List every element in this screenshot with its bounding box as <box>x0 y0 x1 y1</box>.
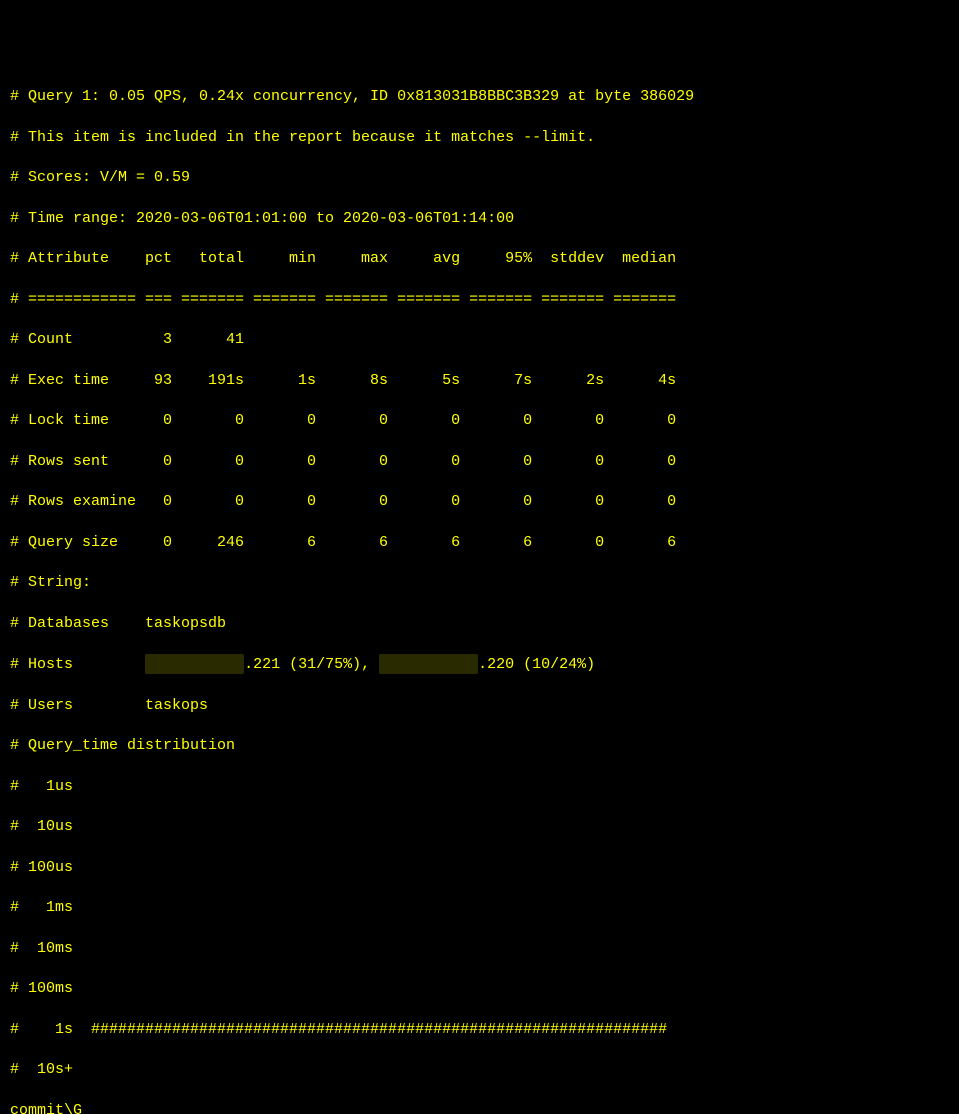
hosts-prefix: # Hosts <box>10 656 145 673</box>
hosts-redacted-1: xxxxxxxxxxx <box>145 654 244 674</box>
table-header-line: # Attribute pct total min max avg 95% st… <box>10 249 949 269</box>
hosts-redacted-2: xxxxxxxxxxx <box>379 654 478 674</box>
distribution-row-100us: # 100us <box>10 858 949 878</box>
distribution-row-1us: # 1us <box>10 777 949 797</box>
hosts-ip1-suffix: .221 (31/75%), <box>244 656 379 673</box>
distribution-row-100ms: # 100ms <box>10 979 949 999</box>
table-row-query-size: # Query size 0 246 6 6 6 6 0 6 <box>10 533 949 553</box>
hosts-ip2-suffix: .220 (10/24%) <box>478 656 595 673</box>
table-row-rows-examine: # Rows examine 0 0 0 0 0 0 0 0 <box>10 492 949 512</box>
users-line: # Users taskops <box>10 696 949 716</box>
table-separator-line: # ============ === ======= ======= =====… <box>10 290 949 310</box>
table-row-count: # Count 3 41 <box>10 330 949 350</box>
distribution-row-10ms: # 10ms <box>10 939 949 959</box>
distribution-row-1s: # 1s ###################################… <box>10 1020 949 1040</box>
string-label-line: # String: <box>10 573 949 593</box>
databases-line: # Databases taskopsdb <box>10 614 949 634</box>
table-row-rows-sent: # Rows sent 0 0 0 0 0 0 0 0 <box>10 452 949 472</box>
table-row-lock-time: # Lock time 0 0 0 0 0 0 0 0 <box>10 411 949 431</box>
distribution-row-1ms: # 1ms <box>10 898 949 918</box>
distribution-row-10us: # 10us <box>10 817 949 837</box>
distribution-title-line: # Query_time distribution <box>10 736 949 756</box>
time-range-line: # Time range: 2020-03-06T01:01:00 to 202… <box>10 209 949 229</box>
hosts-line: # Hosts xxxxxxxxxxx.221 (31/75%), xxxxxx… <box>10 654 949 675</box>
scores-line: # Scores: V/M = 0.59 <box>10 168 949 188</box>
query-header-line: # Query 1: 0.05 QPS, 0.24x concurrency, … <box>10 87 949 107</box>
included-reason-line: # This item is included in the report be… <box>10 128 949 148</box>
table-row-exec-time: # Exec time 93 191s 1s 8s 5s 7s 2s 4s <box>10 371 949 391</box>
distribution-row-10s-plus: # 10s+ <box>10 1060 949 1080</box>
commit-line: commit\G <box>10 1101 949 1114</box>
